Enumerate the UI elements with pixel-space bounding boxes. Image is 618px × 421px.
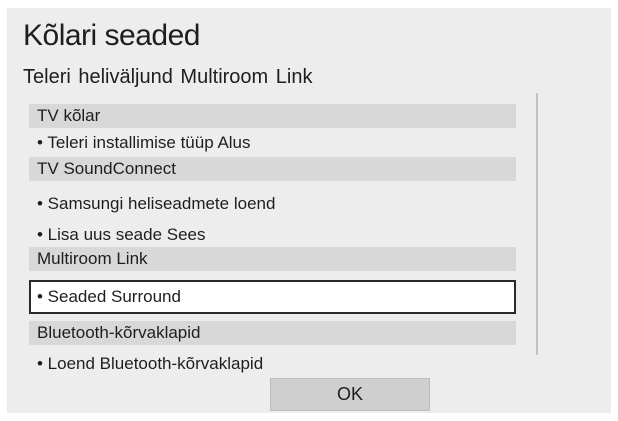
list-item-samsung-device-list[interactable]: • Samsungi heliseadmete loend <box>37 193 275 215</box>
ok-button[interactable]: OK <box>270 378 430 411</box>
section-header-soundconnect[interactable]: TV SoundConnect <box>29 157 516 181</box>
section-header-bluetooth[interactable]: Bluetooth-kõrvaklapid <box>29 321 516 345</box>
section-header-multiroom-link[interactable]: Multiroom Link <box>29 247 516 271</box>
dialog-title: Kõlari seaded <box>23 19 200 52</box>
list-item-bluetooth-list[interactable]: • Loend Bluetooth-kõrvaklapid <box>37 353 263 375</box>
list-item-surround-settings[interactable]: • Seaded Surround <box>29 280 516 314</box>
dialog-subtitle: Teleri heliväljund Multiroom Link <box>23 66 313 88</box>
section-header-tv-speaker[interactable]: TV kõlar <box>29 104 516 128</box>
list-item-add-new-device[interactable]: • Lisa uus seade Sees <box>37 224 206 246</box>
list-item-tv-install-type[interactable]: • Teleri installimise tüüp Alus <box>37 132 251 154</box>
list-scrollbar[interactable] <box>536 93 538 355</box>
